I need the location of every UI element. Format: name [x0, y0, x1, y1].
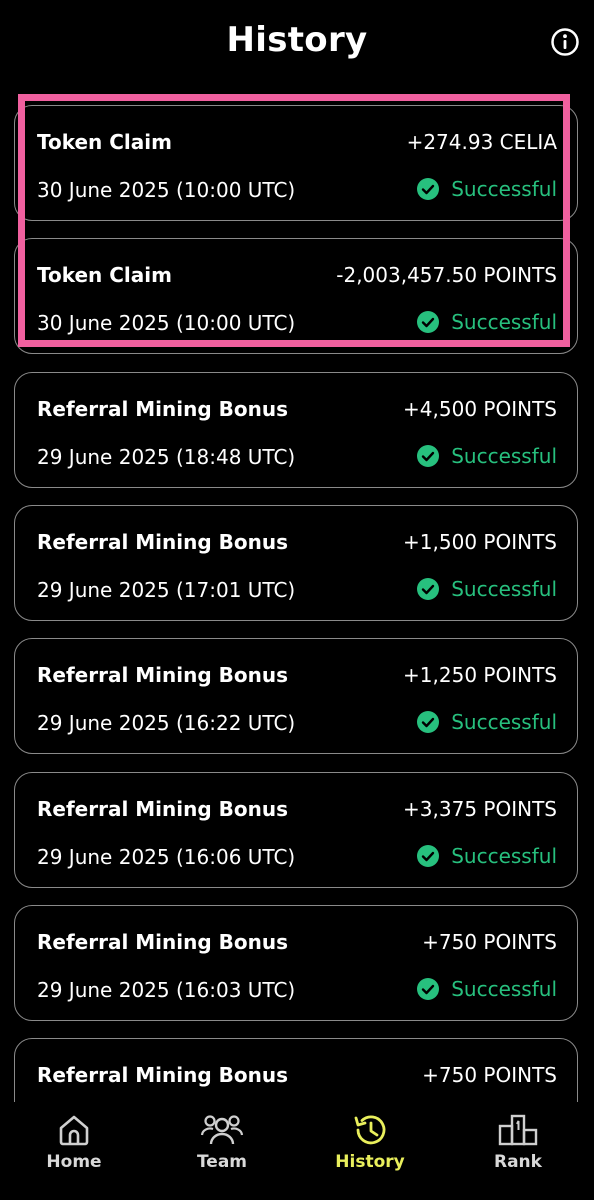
transaction-date: 30 June 2025 (10:00 UTC): [37, 311, 296, 335]
bottom-nav: Home Team History Rank: [0, 1102, 594, 1200]
rank-icon: [498, 1114, 538, 1146]
transaction-amount: +3,375 POINTS: [403, 797, 557, 821]
transaction-name: Referral Mining Bonus: [37, 930, 289, 954]
page-title: History: [226, 20, 368, 60]
status-badge: Successful: [417, 444, 557, 468]
check-circle-icon: [417, 711, 440, 733]
transaction-date: 30 June 2025 (10:00 UTC): [37, 178, 296, 202]
transaction-date: 29 June 2025 (18:48 UTC): [37, 445, 296, 469]
transaction-amount: -2,003,457.50 POINTS: [336, 263, 557, 287]
transaction-amount: +750 POINTS: [422, 1063, 557, 1087]
nav-item-rank[interactable]: Rank: [444, 1110, 592, 1172]
transaction-date: 29 June 2025 (16:22 UTC): [37, 711, 296, 735]
check-circle-icon: [417, 578, 440, 600]
nav-label-rank: Rank: [494, 1152, 542, 1172]
transaction-card[interactable]: Referral Mining Bonus +4,500 POINTS 29 J…: [14, 372, 578, 488]
check-circle-icon: [417, 445, 440, 467]
transaction-card[interactable]: Referral Mining Bonus +750 POINTS 29 Jun…: [14, 905, 578, 1021]
transaction-name: Referral Mining Bonus: [37, 797, 289, 821]
status-text: Successful: [451, 977, 557, 1001]
transaction-name: Token Claim: [37, 130, 172, 154]
nav-item-home[interactable]: Home: [0, 1110, 148, 1172]
status-text: Successful: [451, 844, 557, 868]
nav-item-team[interactable]: Team: [148, 1110, 296, 1172]
status-badge: Successful: [417, 310, 557, 334]
status-text: Successful: [451, 710, 557, 734]
transaction-amount: +750 POINTS: [422, 930, 557, 954]
status-text: Successful: [451, 444, 557, 468]
history-list[interactable]: Token Claim +274.93 CELIA 30 June 2025 (…: [0, 100, 594, 1102]
status-badge: Successful: [417, 577, 557, 601]
transaction-amount: +274.93 CELIA: [406, 130, 557, 154]
check-circle-icon: [417, 978, 440, 1000]
nav-label-history: History: [335, 1152, 405, 1172]
info-button[interactable]: [550, 27, 580, 57]
transaction-date: 29 June 2025 (16:03 UTC): [37, 978, 296, 1002]
history-icon: [354, 1115, 386, 1145]
status-badge: Successful: [417, 977, 557, 1001]
nav-label-home: Home: [46, 1152, 102, 1172]
header: History: [0, 0, 594, 84]
transaction-card[interactable]: Referral Mining Bonus +1,500 POINTS 29 J…: [14, 505, 578, 621]
status-text: Successful: [451, 577, 557, 601]
transaction-name: Referral Mining Bonus: [37, 530, 289, 554]
transaction-name: Token Claim: [37, 263, 172, 287]
check-circle-icon: [417, 845, 440, 867]
transaction-card[interactable]: Token Claim +274.93 CELIA 30 June 2025 (…: [14, 105, 578, 221]
transaction-card[interactable]: Token Claim -2,003,457.50 POINTS 30 June…: [14, 238, 578, 354]
status-badge: Successful: [417, 710, 557, 734]
nav-label-team: Team: [196, 1152, 248, 1172]
transaction-date: 29 June 2025 (16:06 UTC): [37, 845, 296, 869]
transaction-name: Referral Mining Bonus: [37, 1063, 289, 1087]
status-badge: Successful: [417, 844, 557, 868]
transaction-card[interactable]: Referral Mining Bonus +750 POINTS: [14, 1038, 578, 1102]
check-circle-icon: [417, 311, 440, 333]
team-icon: [200, 1115, 244, 1145]
transaction-date: 29 June 2025 (17:01 UTC): [37, 578, 296, 602]
status-text: Successful: [451, 310, 557, 334]
transaction-amount: +1,500 POINTS: [403, 530, 557, 554]
home-icon: [59, 1115, 89, 1146]
transaction-amount: +4,500 POINTS: [403, 397, 557, 421]
transaction-amount: +1,250 POINTS: [403, 663, 557, 687]
status-text: Successful: [451, 177, 557, 201]
check-circle-icon: [417, 178, 440, 200]
transaction-card[interactable]: Referral Mining Bonus +3,375 POINTS 29 J…: [14, 772, 578, 888]
info-icon: [551, 28, 579, 56]
status-badge: Successful: [417, 177, 557, 201]
nav-item-history[interactable]: History: [296, 1110, 444, 1172]
transaction-name: Referral Mining Bonus: [37, 663, 289, 687]
transaction-card[interactable]: Referral Mining Bonus +1,250 POINTS 29 J…: [14, 638, 578, 754]
transaction-name: Referral Mining Bonus: [37, 397, 289, 421]
